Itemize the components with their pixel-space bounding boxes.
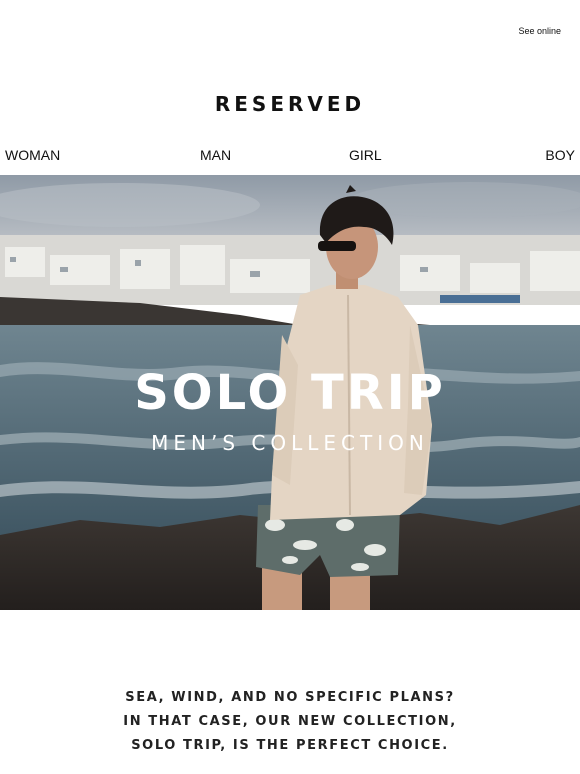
category-nav: WOMAN MAN GIRL BOY bbox=[0, 147, 580, 165]
intro-line: SOLO TRIP, IS THE PERFECT CHOICE. bbox=[131, 738, 449, 753]
nav-item-man[interactable]: MAN bbox=[200, 147, 231, 163]
hero-title: SOLO TRIP bbox=[134, 365, 446, 421]
hero-banner[interactable]: SOLO TRIP MEN’S COLLECTION bbox=[0, 175, 580, 610]
intro-line: IN THAT CASE, OUR NEW COLLECTION, bbox=[123, 714, 457, 729]
intro-copy: SEA, WIND, AND NO SPECIFIC PLANS? IN THA… bbox=[0, 686, 580, 758]
intro-line: SEA, WIND, AND NO SPECIFIC PLANS? bbox=[125, 690, 455, 705]
nav-item-girl[interactable]: GIRL bbox=[349, 147, 382, 163]
nav-item-boy[interactable]: BOY bbox=[545, 147, 575, 163]
brand-logo[interactable]: RESERVED bbox=[0, 92, 580, 116]
hero-subtitle: MEN’S COLLECTION bbox=[151, 431, 429, 455]
see-online-link[interactable]: See online bbox=[518, 26, 561, 36]
nav-item-woman[interactable]: WOMAN bbox=[5, 147, 60, 163]
